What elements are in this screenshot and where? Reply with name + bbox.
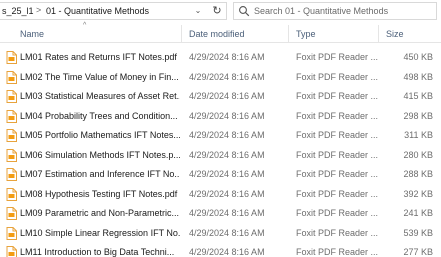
file-name: LM04 Probability Trees and Condition... (20, 110, 178, 121)
file-row[interactable]: LM04 Probability Trees and Condition... … (0, 107, 441, 127)
file-type: Foxit PDF Reader ... (296, 149, 379, 160)
file-type: Foxit PDF Reader ... (296, 130, 379, 140)
file-name: LM09 Parametric and Non-Parametric... (20, 208, 180, 218)
file-name: LM05 Portfolio Mathematics IFT Notes... (20, 130, 180, 140)
file-name: LM10 Simple Linear Regression IFT No... (20, 227, 180, 238)
file-type: Foxit PDF Reader ... (296, 227, 379, 238)
file-row[interactable]: LM07 Estimation and Inference IFT No... … (0, 165, 441, 185)
file-size: 298 KB (403, 110, 433, 121)
file-date-modified: 4/29/2024 8:16 AM (189, 52, 265, 62)
file-row[interactable]: LM10 Simple Linear Regression IFT No... … (0, 224, 441, 244)
file-list: LM01 Rates and Returns IFT Notes.pdf 4/2… (0, 48, 441, 257)
address-bar[interactable]: s_25_l1 > 01 - Quantitative Methods ⌄ ↻ (0, 2, 227, 20)
file-size: 450 KB (403, 52, 433, 62)
file-type: Foxit PDF Reader ... (296, 52, 379, 62)
file-type: Foxit PDF Reader ... (296, 110, 379, 121)
column-divider[interactable] (288, 25, 289, 43)
pdf-document-icon (6, 226, 17, 240)
file-date-modified: 4/29/2024 8:16 AM (189, 71, 265, 82)
file-size: 311 KB (404, 130, 433, 140)
pdf-document-icon (6, 207, 17, 220)
file-name: LM02 The Time Value of Money in Fin... (20, 71, 179, 82)
refresh-icon[interactable]: ↻ (210, 4, 224, 18)
file-type: Foxit PDF Reader ... (296, 91, 379, 101)
breadcrumb-parent[interactable]: s_25_l1 (2, 6, 34, 16)
file-size: 288 KB (403, 169, 433, 179)
file-name: LM01 Rates and Returns IFT Notes.pdf (20, 52, 177, 62)
pdf-document-icon (6, 109, 17, 123)
pdf-document-icon (6, 90, 17, 103)
file-date-modified: 4/29/2024 8:16 AM (189, 130, 265, 140)
breadcrumb-separator-icon[interactable]: > (36, 5, 41, 15)
file-type: Foxit PDF Reader ... (296, 188, 379, 199)
column-divider[interactable] (181, 25, 182, 43)
column-header-date-modified[interactable]: Date modified (189, 29, 245, 39)
file-size: 415 KB (403, 91, 433, 101)
pdf-document-icon (6, 129, 17, 142)
file-row[interactable]: LM05 Portfolio Mathematics IFT Notes... … (0, 126, 441, 146)
search-placeholder: Search 01 - Quantitative Methods (254, 6, 389, 16)
file-size: 539 KB (403, 227, 433, 238)
file-name: LM03 Statistical Measures of Asset Ret..… (20, 91, 180, 101)
file-row[interactable]: LM08 Hypothesis Testing IFT Notes.pdf 4/… (0, 185, 441, 205)
pdf-document-icon (6, 187, 17, 201)
file-name: LM06 Simulation Methods IFT Notes.p... (20, 149, 180, 160)
file-name: LM11 Introduction to Big Data Techni... (20, 247, 175, 257)
column-header-name[interactable]: Name (20, 29, 44, 39)
file-size: 280 KB (403, 149, 433, 160)
pdf-document-icon (6, 51, 17, 64)
file-date-modified: 4/29/2024 8:16 AM (189, 208, 265, 218)
toolbar-row: s_25_l1 > 01 - Quantitative Methods ⌄ ↻ … (0, 0, 441, 22)
file-date-modified: 4/29/2024 8:16 AM (189, 169, 265, 179)
column-header-type[interactable]: Type (296, 29, 316, 39)
file-row[interactable]: LM02 The Time Value of Money in Fin... 4… (0, 68, 441, 88)
search-box[interactable]: Search 01 - Quantitative Methods (233, 2, 437, 20)
file-date-modified: 4/29/2024 8:16 AM (189, 227, 265, 238)
pdf-document-icon (6, 70, 17, 84)
column-divider[interactable] (378, 25, 379, 43)
file-type: Foxit PDF Reader ... (296, 71, 379, 82)
file-row[interactable]: LM03 Statistical Measures of Asset Ret..… (0, 87, 441, 107)
file-row[interactable]: LM01 Rates and Returns IFT Notes.pdf 4/2… (0, 48, 441, 68)
file-row[interactable]: LM09 Parametric and Non-Parametric... 4/… (0, 204, 441, 224)
file-date-modified: 4/29/2024 8:16 AM (189, 91, 265, 101)
file-name: LM08 Hypothesis Testing IFT Notes.pdf (20, 188, 178, 199)
file-date-modified: 4/29/2024 8:16 AM (189, 149, 265, 160)
breadcrumb-current-folder[interactable]: 01 - Quantitative Methods (46, 6, 149, 16)
file-date-modified: 4/29/2024 8:16 AM (189, 247, 265, 257)
search-icon (239, 6, 250, 17)
file-type: Foxit PDF Reader ... (296, 169, 379, 179)
file-name: LM07 Estimation and Inference IFT No... (20, 169, 180, 179)
file-row[interactable]: LM11 Introduction to Big Data Techni... … (0, 243, 441, 257)
pdf-document-icon (6, 246, 17, 257)
file-date-modified: 4/29/2024 8:16 AM (189, 188, 265, 199)
pdf-document-icon (6, 168, 17, 181)
pdf-document-icon (6, 148, 17, 162)
file-size: 277 KB (403, 247, 433, 257)
file-type: Foxit PDF Reader ... (296, 208, 379, 218)
chevron-down-icon[interactable]: ⌄ (190, 6, 206, 18)
file-size: 392 KB (403, 188, 433, 199)
file-size: 241 KB (403, 208, 433, 218)
column-header-row: Name Date modified Type Size (0, 25, 441, 43)
column-header-size[interactable]: Size (386, 29, 404, 39)
file-row[interactable]: LM06 Simulation Methods IFT Notes.p... 4… (0, 146, 441, 166)
file-type: Foxit PDF Reader ... (296, 247, 379, 257)
file-size: 498 KB (403, 71, 433, 82)
file-date-modified: 4/29/2024 8:16 AM (189, 110, 265, 121)
